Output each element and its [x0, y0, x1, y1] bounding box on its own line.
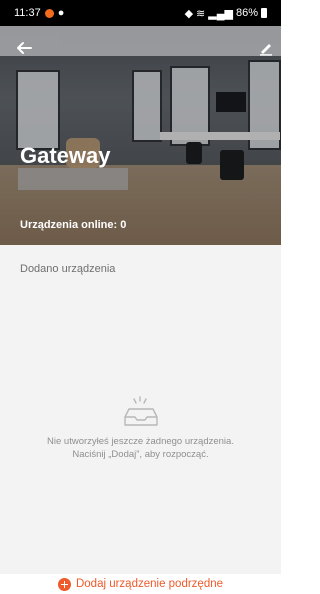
- battery-icon: [261, 8, 267, 18]
- wifi-icon: ≋: [196, 7, 206, 20]
- empty-message-line2: Naciśnij „Dodaj”, aby rozpocząć.: [72, 449, 209, 460]
- devices-panel: Dodano urządzenia Nie utworzyłeś jeszcze…: [0, 245, 281, 574]
- add-subdevice-label: Dodaj urządzenie podrzędne: [75, 578, 224, 590]
- empty-message-line1: Nie utworzyłeś jeszcze żadnego urządzeni…: [47, 436, 234, 447]
- mute-icon: ◆: [184, 7, 194, 20]
- battery-percent: 86%: [235, 7, 258, 19]
- empty-inbox-icon: [123, 396, 158, 426]
- online-count: Urządzenia online: 0: [20, 219, 127, 231]
- arrow-left-icon[interactable]: [14, 38, 34, 58]
- header-image: 11:37 ● ◆ ≋ ▂▄▆ 86% Gateway Urządzenia o…: [0, 0, 281, 245]
- empty-state: Nie utworzyłeś jeszcze żadnego urządzeni…: [0, 395, 281, 461]
- pencil-icon[interactable]: [258, 40, 274, 56]
- chat-icon: ●: [57, 7, 65, 19]
- signal-icon: ▂▄▆: [208, 7, 233, 20]
- plus-circle-icon: [57, 577, 71, 591]
- status-bar: 11:37 ● ◆ ≋ ▂▄▆ 86%: [0, 0, 281, 26]
- page-title: Gateway: [20, 143, 111, 168]
- status-time: 11:37: [14, 7, 41, 19]
- add-subdevice-button[interactable]: Dodaj urządzenie podrzędne: [0, 574, 281, 594]
- section-title: Dodano urządzenia: [20, 263, 116, 275]
- notification-icon: [44, 8, 54, 18]
